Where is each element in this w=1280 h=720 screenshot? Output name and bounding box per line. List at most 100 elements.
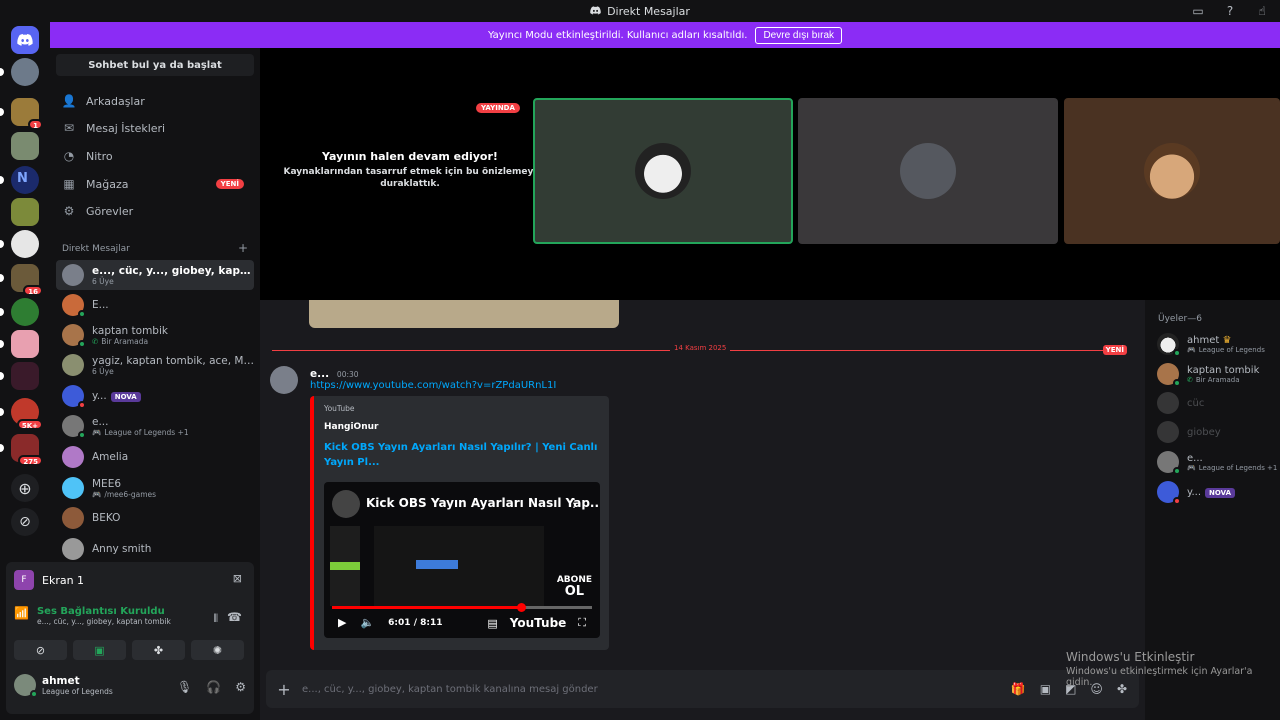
gif-icon[interactable]: ▣ (1040, 682, 1051, 696)
member-name: giobey (1187, 426, 1221, 438)
captions-icon[interactable]: ▤ (487, 617, 497, 630)
guild-icon[interactable]: N (11, 166, 39, 194)
video-player[interactable]: Kick OBS Yayın Ayarları Nasıl Yap... ⋮ A… (324, 482, 600, 638)
unread-pill (0, 444, 4, 452)
nav-nitro[interactable]: ◔ Nitro (56, 143, 254, 169)
unread-pill (0, 340, 4, 348)
help-icon[interactable]: ? (1222, 3, 1238, 19)
embed-title[interactable]: Kick OBS Yayın Ayarları Nasıl Yapılır? |… (324, 440, 599, 470)
voice-panel: F Ekran 1 ⊠ 📶 Ses Bağlantısı Kuruldu e..… (6, 562, 254, 714)
youtube-logo[interactable]: YouTube (510, 616, 567, 630)
dm-item[interactable]: yagiz, kaptan tombik, ace, Mr.... 6 Üye (56, 350, 254, 380)
guild-icon[interactable] (11, 132, 39, 160)
video-progress-bar[interactable] (332, 603, 592, 612)
nav-shop[interactable]: ▦ Mağaza YENİ (56, 171, 254, 197)
message-link[interactable]: https://www.youtube.com/watch?v=rZPdaURn… (310, 380, 556, 391)
dm-item[interactable]: MEE6 🎮/mee6-games (56, 473, 254, 503)
member-item[interactable]: kaptan tombik ✆ Bir Aramada (1157, 361, 1279, 387)
image-attachment[interactable] (309, 300, 619, 328)
video-time: 6:01 / 8:11 (388, 617, 443, 628)
settings-gear-icon[interactable]: ⚙ (235, 680, 246, 694)
noise-suppression-icon[interactable]: ⫴ (213, 612, 218, 626)
phone-icon: ✆ (1187, 375, 1193, 384)
more-vertical-icon[interactable]: ⋮ (568, 496, 580, 510)
screen-share-item[interactable]: F Ekran 1 (14, 570, 84, 590)
unread-pill (0, 372, 4, 380)
add-server-button[interactable]: ⊕ (11, 474, 39, 502)
member-item[interactable]: y... NOVA (1157, 479, 1279, 505)
stream-paused-message: Yayının halen devam ediyor! Kaynaklarınd… (280, 150, 540, 190)
guild-icon[interactable]: 275 (11, 434, 43, 466)
dm-sub: 6 Üye (92, 366, 114, 376)
nav-message-requests[interactable]: ✉ Mesaj İstekleri (56, 115, 254, 141)
member-item[interactable]: ahmet ♛ 🎮 League of Legends (1157, 331, 1279, 357)
find-conversation-button[interactable]: Sohbet bul ya da başlat (56, 54, 254, 76)
mention-badge: 16 (23, 285, 43, 296)
disable-streamer-mode-button[interactable]: Devre dışı bırak (755, 26, 843, 44)
avatar (62, 415, 86, 439)
message-input[interactable]: e..., cüc, y..., giobey, kaptan tombik k… (302, 684, 1011, 695)
guild-icon[interactable]: 5K+ (11, 398, 43, 430)
voice-status[interactable]: Ses Bağlantısı Kuruldu (37, 606, 171, 617)
dm-item[interactable]: e..., cüc, y..., giobey, kaptan to...6 Ü… (56, 260, 254, 290)
member-name: e... (1187, 452, 1203, 464)
dm-item[interactable]: Amelia (56, 442, 254, 472)
guild-avatar[interactable] (11, 58, 39, 86)
home-button[interactable] (11, 26, 39, 54)
disconnect-icon[interactable]: ☎ (227, 610, 242, 624)
embed-author[interactable]: HangiOnur (324, 422, 378, 432)
nav-quests[interactable]: ⚙ Görevler (56, 198, 254, 224)
volume-icon[interactable]: 🔈 (360, 616, 374, 629)
guild-icon[interactable] (11, 198, 39, 226)
watermark-title: Windows'u Etkinleştir (1066, 650, 1195, 664)
discover-button[interactable]: ⊘ (11, 508, 39, 536)
guild-letter-icon: N (17, 171, 28, 186)
member-list-header: Üyeler—6 (1158, 314, 1202, 324)
attach-plus-icon[interactable]: + (266, 680, 302, 699)
participant-tile[interactable] (798, 98, 1058, 244)
inbox-icon[interactable]: ▭ (1190, 3, 1206, 19)
nav-label: Nitro (86, 149, 113, 163)
user-avatar (14, 674, 38, 698)
guild-icon[interactable] (11, 362, 39, 390)
title-bar: Direkt Mesajlar ▭ ? ☝ (0, 0, 1280, 22)
fullscreen-icon[interactable]: ⛶ (578, 616, 586, 630)
guild-icon[interactable] (11, 330, 39, 358)
guild-icon[interactable]: 16 (11, 264, 43, 296)
chat-area: 14 Kasım 2025 YENİ e... 00:30 https://ww… (260, 300, 1145, 720)
create-dm-button[interactable]: + (238, 242, 248, 254)
dm-item[interactable]: e... 🎮 League of Legends +1 (56, 411, 254, 441)
dm-item[interactable]: E... (56, 290, 254, 320)
participant-tile[interactable] (1064, 98, 1280, 244)
screen-share-button[interactable]: ▣ (73, 640, 126, 660)
gift-icon[interactable]: 🎁 (1011, 682, 1026, 696)
activities-button[interactable]: ✤ (132, 640, 185, 660)
guild-icon[interactable]: 1 (11, 98, 43, 130)
member-avatar (1157, 333, 1181, 357)
dm-item[interactable]: BEKO (56, 503, 254, 533)
dm-item[interactable]: kaptan tombik ✆ Bir Aramada (56, 320, 254, 350)
guild-icon[interactable] (11, 230, 39, 258)
user-info[interactable]: ahmet League of Legends (14, 674, 113, 698)
embed-provider: YouTube (324, 404, 355, 413)
play-icon[interactable]: ▶ (338, 616, 346, 629)
message-composer[interactable]: + e..., cüc, y..., giobey, kaptan tombik… (266, 670, 1139, 708)
stop-stream-icon[interactable]: ⊠ (233, 572, 242, 585)
mic-icon[interactable]: 🎙 (177, 680, 192, 694)
dm-item[interactable]: y... NOVA (56, 381, 254, 411)
message-author[interactable]: e... (310, 368, 329, 380)
progress-knob[interactable] (516, 603, 526, 612)
message-avatar[interactable] (270, 366, 298, 394)
soundboard-button[interactable]: ✺ (191, 640, 244, 660)
headphones-icon[interactable]: 🎧 (206, 680, 221, 694)
game-icon: 🎮 (1187, 463, 1196, 472)
guild-icon[interactable] (11, 298, 39, 326)
participant-tile[interactable] (533, 98, 793, 244)
stream-heading: Yayının halen devam ediyor! (322, 150, 498, 163)
member-item[interactable]: giobey (1157, 419, 1279, 445)
camera-button[interactable]: ⊘ (14, 640, 67, 660)
member-item[interactable]: cüc (1157, 390, 1279, 416)
dm-item[interactable]: Anny smith (56, 534, 254, 564)
nav-friends[interactable]: 👤 Arkadaşlar (56, 88, 254, 114)
member-item[interactable]: e... 🎮 League of Legends +1 (1157, 449, 1279, 475)
